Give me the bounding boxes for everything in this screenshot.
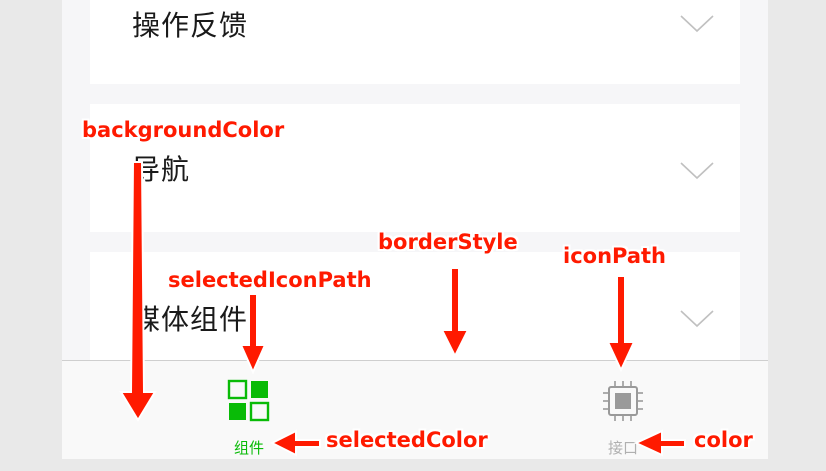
arrow-background-color [119,161,157,422]
annotation-icon-path: iconPath [563,244,667,268]
arrow-selected-color [269,429,321,457]
annotation-border-style: borderStyle [378,230,518,254]
annotation-color: color [694,428,753,452]
arrow-border-style [440,267,470,359]
arrow-icon-path [606,275,636,373]
arrow-selected-icon-path [239,293,267,375]
annotation-background-color: backgroundColor [82,118,285,142]
annotation-selected-icon-path: selectedIconPath [168,268,372,292]
arrow-color [633,429,686,457]
annotation-selected-color: selectedColor [326,428,488,452]
